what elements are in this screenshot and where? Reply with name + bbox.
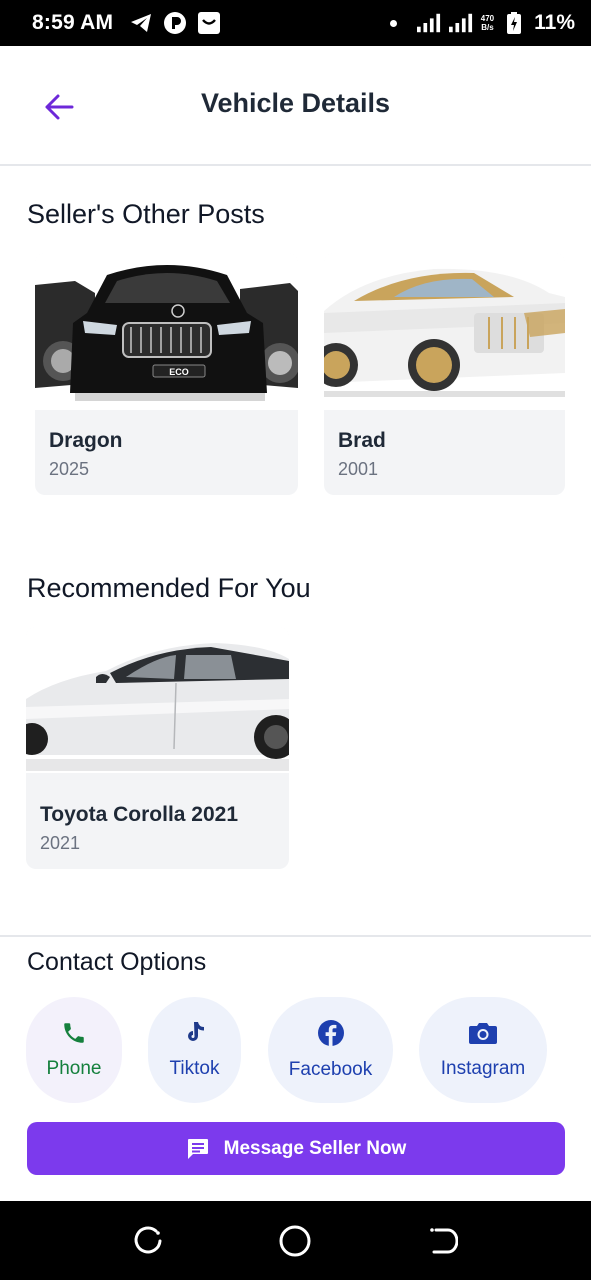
recent-apps-icon [134,1226,162,1254]
back-nav-button[interactable] [424,1223,460,1259]
divider [0,935,591,937]
white-sedan-image [26,627,289,773]
dot-icon [389,19,397,27]
battery-percentage: 11% [534,11,575,34]
net-speed-value: 470 [480,14,495,23]
status-bar: 8:59 AM 470 B/s 11% [0,0,591,46]
home-button[interactable] [277,1223,313,1259]
sellers-posts-title: Seller's Other Posts [27,199,265,229]
post-year: 2001 [338,459,379,479]
black-sedan-image: ECO [35,253,298,410]
message-seller-label: Message Seller Now [223,1137,407,1159]
facebook-icon [317,1020,344,1046]
telegram-icon [129,11,153,35]
signal-icon-1 [416,11,441,35]
home-circle-icon [279,1225,311,1257]
phone-label: Phone [46,1058,102,1079]
message-seller-button[interactable]: Message Seller Now [27,1122,565,1175]
page-title: Vehicle Details [200,88,391,118]
post-name: Dragon [49,429,123,452]
recommended-year: 2021 [40,833,81,853]
phone-icon [64,1023,84,1043]
tiktok-icon [187,1022,204,1041]
instagram-button[interactable]: Instagram [419,997,547,1103]
battery-icon [502,11,526,35]
app-notification-icon [163,11,187,35]
net-speed-unit: B/s [481,23,494,32]
network-speed: 470 B/s [481,14,494,32]
system-icons: 470 B/s 11% [389,11,575,35]
post-name: Brad [338,429,386,452]
app-header: Vehicle Details [0,46,591,166]
back-nav-icon [430,1228,458,1254]
car-image [26,627,289,773]
system-nav-bar [0,1201,591,1280]
facebook-button[interactable]: Facebook [268,997,393,1103]
recommended-card[interactable]: Toyota Corolla 2021 2021 [26,627,289,869]
tiktok-button[interactable]: Tiktok [148,997,241,1103]
car-image [324,253,565,410]
recent-apps-button[interactable] [130,1223,166,1259]
recommended-title: Recommended For You [27,573,311,603]
plate-text: ECO [169,367,189,377]
signal-icon-2 [448,11,473,35]
phone-button[interactable]: Phone [26,997,122,1103]
facebook-label: Facebook [288,1059,373,1080]
white-gold-coupe-image [324,253,565,410]
chat-icon [187,1138,208,1159]
shopping-bag-icon [197,11,221,35]
post-year: 2025 [49,459,90,479]
seller-post-card[interactable]: ECO Dragon 2025 [35,253,298,495]
recommended-name: Toyota Corolla 2021 [40,803,239,826]
instagram-icon [469,1023,497,1044]
car-image: ECO [35,253,298,410]
notification-icons [129,11,221,35]
status-time: 8:59 AM [32,11,114,34]
seller-post-card[interactable]: Brad 2001 [324,253,565,495]
tiktok-label: Tiktok [169,1058,220,1079]
instagram-label: Instagram [440,1058,526,1079]
contact-options-title: Contact Options [27,948,207,976]
